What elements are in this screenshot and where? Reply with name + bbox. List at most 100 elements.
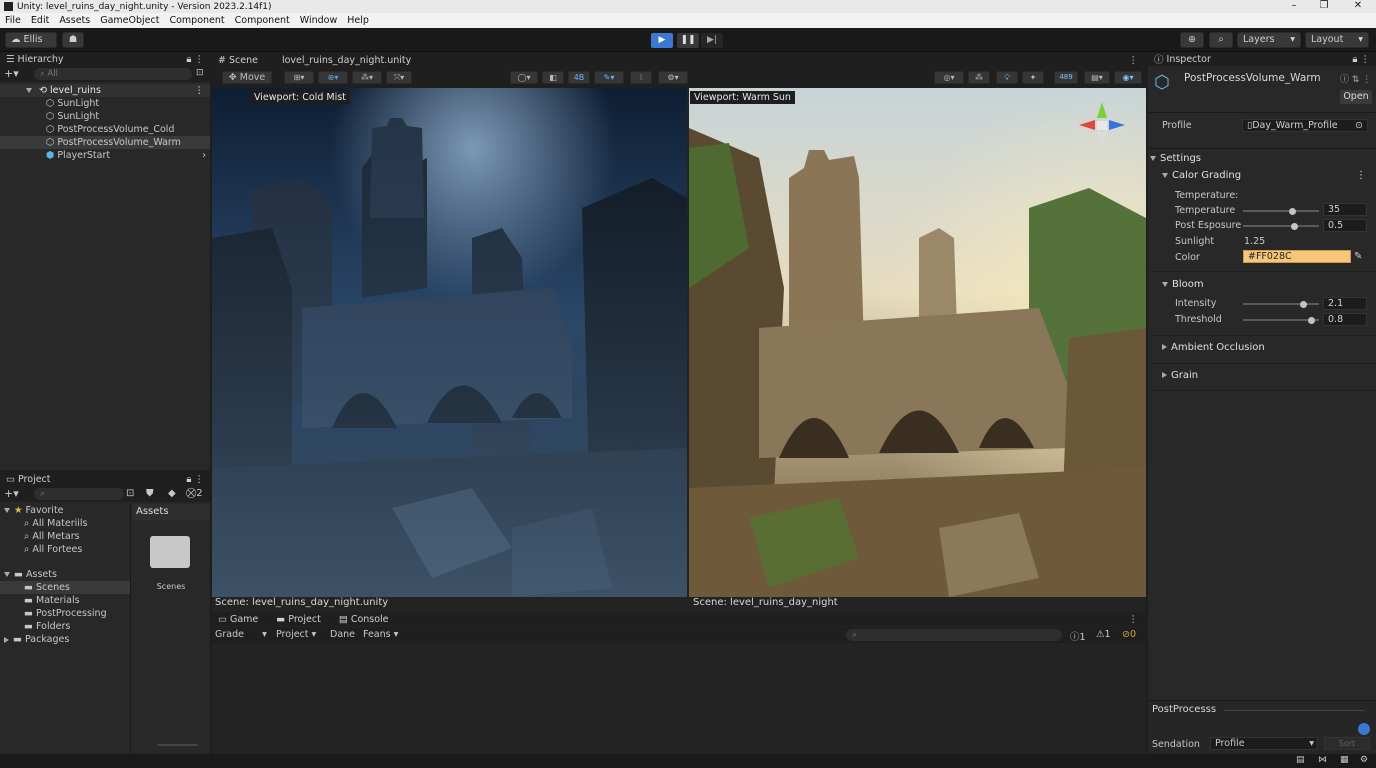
step-button[interactable]: ▶| <box>701 33 723 48</box>
close-button[interactable]: ✕ <box>1348 0 1368 13</box>
intensity-slider-track[interactable] <box>1243 300 1319 308</box>
scene-tab[interactable]: Scene <box>229 55 258 66</box>
dane-toggle[interactable]: Dane <box>330 629 355 640</box>
packages-folder[interactable]: ▬ Packages <box>0 633 130 646</box>
pause-button[interactable]: ❚❚ <box>677 33 699 48</box>
assets-child-folder[interactable]: ▬ Materials <box>0 594 130 607</box>
restore-button[interactable]: ❐ <box>1314 0 1334 13</box>
intensity-slider-knob[interactable] <box>1300 300 1308 308</box>
threshold-slider-track[interactable] <box>1243 316 1319 324</box>
ambient-occlusion-foldout[interactable]: Ambient Occlusion <box>1162 342 1376 353</box>
favorite-icon[interactable]: ◆ <box>168 488 176 499</box>
network-icon[interactable]: ⋈ <box>1318 755 1327 765</box>
add-icon[interactable]: +▾ <box>4 67 19 80</box>
favorite-item[interactable]: ⌕ All Metars <box>0 530 130 543</box>
menu-help[interactable]: Help <box>342 15 374 26</box>
camera-icon[interactable]: ◎▾ <box>934 71 964 84</box>
viewport-cold-mist[interactable] <box>212 88 687 597</box>
layers-dropdown[interactable]: Layers ▾ <box>1237 32 1301 48</box>
log-count[interactable]: ⓘ1 <box>1070 629 1086 643</box>
exposure-slider-track[interactable] <box>1243 222 1319 230</box>
sunlight-value[interactable]: 1.25 <box>1244 236 1265 247</box>
footer-profile-dropdown[interactable]: Profile ▾ <box>1210 737 1318 750</box>
menu-gameobject[interactable]: GameObject <box>95 15 164 26</box>
2d-toggle[interactable]: 4B <box>568 71 590 84</box>
pivot-icon[interactable]: ⁂▾ <box>352 71 382 84</box>
global-icon[interactable]: ⊕▾ <box>318 71 348 84</box>
lock-icon[interactable]: 🔒︎ ⋮ <box>186 474 204 485</box>
viewport-warm-sun[interactable] <box>689 88 1146 597</box>
color-hex-field[interactable]: #FF028C <box>1243 250 1351 263</box>
settings-icon[interactable]: ⚙ <box>1360 755 1368 765</box>
project-tab[interactable]: Project <box>18 474 51 485</box>
hierarchy-item[interactable]: ⬡ SunLight <box>0 110 210 123</box>
more-icon[interactable]: ⋮ <box>1129 55 1139 66</box>
hierarchy-item[interactable]: ⬢ PlayerStart › <box>0 149 210 162</box>
audio-toggle-icon[interactable]: ⁂ <box>968 71 990 84</box>
grade-dropdown[interactable]: Grade ▾ <box>215 629 267 640</box>
account-dropdown[interactable]: ☁ Ellis <box>5 32 57 48</box>
draw-mode-icon[interactable]: ◯▾ <box>510 71 538 84</box>
more-icon[interactable]: ⋮ <box>1129 614 1139 625</box>
temperature-slider-track[interactable] <box>1243 207 1319 215</box>
threshold-field[interactable]: 0.8 <box>1323 313 1367 326</box>
sort-button[interactable]: Sort <box>1324 737 1370 750</box>
add-icon[interactable]: +▾ <box>4 487 19 500</box>
menu-file[interactable]: File <box>0 15 26 26</box>
render-mode-icon[interactable]: ◧ <box>542 71 564 84</box>
exposure-field[interactable]: 0.5 <box>1323 219 1367 232</box>
assets-child-folder[interactable]: ▬ PostProcessing <box>0 607 130 620</box>
layout-dropdown[interactable]: Layout ▾ <box>1305 32 1369 48</box>
project-search-input[interactable]: ⌕ <box>34 488 124 500</box>
game-tab[interactable]: Game <box>230 614 258 625</box>
scenes-folder-icon[interactable] <box>150 536 190 568</box>
stats-count[interactable]: 489 <box>1054 71 1078 84</box>
assets-child-folder-selected[interactable]: ▬ Scenes <box>0 581 130 594</box>
collab-icon[interactable]: ☗ <box>62 32 84 48</box>
warning-count[interactable]: ⚠1 <box>1096 629 1111 640</box>
fx-icon[interactable]: ✦ <box>1022 71 1044 84</box>
object-picker-icon[interactable]: ⊙ <box>1355 120 1363 131</box>
light-bulb-icon[interactable]: 💡︎ <box>996 71 1018 84</box>
project-filter-dropdown[interactable]: Project ▾ <box>276 629 316 640</box>
inspector-tab[interactable]: Inspector <box>1167 54 1211 65</box>
intensity-field[interactable]: 2.1 <box>1323 297 1367 310</box>
hierarchy-search-input[interactable]: ⌕ All <box>34 68 192 80</box>
threshold-slider-knob[interactable] <box>1307 316 1315 324</box>
grid-icon[interactable]: ▦ <box>1340 755 1349 765</box>
gizmos-icon[interactable]: ▤▾ <box>1084 71 1110 84</box>
menu-assets[interactable]: Assets <box>54 15 95 26</box>
error-count[interactable]: ⊘0 <box>1122 629 1136 640</box>
help-settings-icons[interactable]: ⓘ ⇅ ⋮ <box>1340 72 1371 85</box>
chevron-right-icon[interactable]: › <box>202 149 206 162</box>
assets-child-folder[interactable]: ▬ Folders <box>0 620 130 633</box>
hierarchy-item-selected[interactable]: ⬡ PostProcessVolume_Warm <box>0 136 210 149</box>
search-icon[interactable]: ⌕ <box>1209 32 1233 48</box>
play-button[interactable]: ▶ <box>651 33 673 48</box>
hierarchy-item[interactable]: ⬡ PostProcessVolume_Cold <box>0 123 210 136</box>
snap-increment-icon[interactable]: ⤧▾ <box>386 71 412 84</box>
exposure-slider-knob[interactable] <box>1291 222 1299 230</box>
effects-icon[interactable]: ⚙▾ <box>658 71 688 84</box>
eyedropper-icon[interactable]: ✎ <box>1354 251 1362 262</box>
more-icon[interactable]: ⋮ <box>1356 170 1366 181</box>
services-icon[interactable]: ⊕ <box>1180 32 1204 48</box>
profile-object-field[interactable]: ▯Day_Warm_Profile ⊙ <box>1242 119 1368 132</box>
zoom-slider[interactable] <box>158 744 198 746</box>
temperature-field[interactable]: 35 <box>1323 203 1367 216</box>
search-by-label-icon[interactable]: ⛊ <box>146 488 154 499</box>
more-icon[interactable]: ⋮ <box>195 84 205 97</box>
layout-icon[interactable]: ▤ <box>1296 755 1305 765</box>
menu-edit[interactable]: Edit <box>26 15 54 26</box>
menu-component-2[interactable]: Component <box>230 15 295 26</box>
toggle-icon[interactable] <box>1358 723 1370 735</box>
favorite-item[interactable]: ⌕ All Materiils <box>0 517 130 530</box>
lighting-icon[interactable]: ✎▾ <box>594 71 624 84</box>
menu-window[interactable]: Window <box>295 15 342 26</box>
console-tab[interactable]: Console <box>351 614 389 625</box>
filter-icon[interactable]: ⊡ <box>196 68 204 78</box>
bloom-foldout[interactable]: Bloom <box>1162 279 1376 290</box>
move-tool-button[interactable]: ✥ Move <box>222 71 272 84</box>
settings-foldout[interactable]: Settings <box>1150 153 1376 164</box>
hidden-packages-count[interactable]: ⛒2 <box>186 488 203 499</box>
